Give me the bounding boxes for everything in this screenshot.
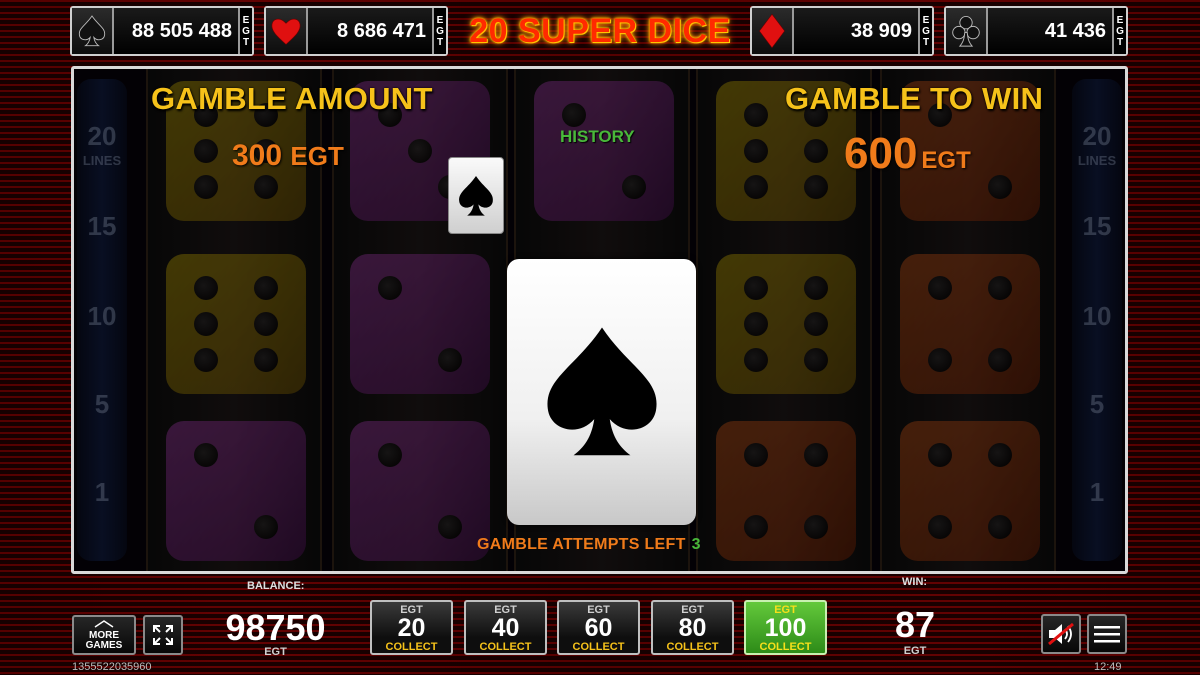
bet-100-button[interactable]: EGT 100 COLLECT [744,600,827,655]
win-label: WIN: [902,576,928,588]
jackpot-club: 41 436 EGT [944,6,1128,56]
history-card-spade [448,157,504,234]
win-unit: EGT [903,645,927,657]
history-label: HISTORY [560,127,635,146]
gamble-amount-label: GAMBLE AMOUNT [151,81,433,116]
jackpot-heart: 8 686 471 EGT [264,6,448,56]
more-games-button[interactable]: MORE GAMES [72,615,136,655]
fullscreen-button[interactable] [143,615,183,655]
expand-icon [153,625,173,645]
bet-60-button[interactable]: EGT 60 COLLECT [557,600,640,655]
mute-icon [1048,622,1074,646]
spade-icon [546,327,657,456]
balance-label: BALANCE: [247,580,305,592]
clock: 12:49 [1094,661,1122,673]
gamble-card[interactable] [507,259,696,525]
diamond-icon [752,8,794,54]
gamble-to-win-label: GAMBLE TO WIN [785,81,1044,116]
jackpot-currency: EGT [432,8,446,54]
jackpot-currency: EGT [1112,8,1126,54]
gamble-to-win-value: 600 EGT [844,129,971,178]
jackpot-amount: 41 436 [1044,19,1106,42]
jackpot-amount: 38 909 [850,19,912,42]
balance-value: 98750 [225,607,326,648]
jackpot-diamond: 38 909 EGT [750,6,934,56]
house-icon [94,619,114,628]
balance-unit: EGT [264,646,287,658]
spade-icon [459,175,493,216]
win-value: 87 [894,604,936,645]
jackpot-amount: 88 505 488 [131,19,232,42]
hamburger-icon [1094,626,1120,643]
game-panel: 20 LINES 15 10 5 1 20 LINES 15 10 5 1 GA… [71,66,1128,574]
club-icon [946,8,988,54]
jackpot-amount: 8 686 471 [337,19,426,42]
jackpot-currency: EGT [238,8,252,54]
heart-icon [266,8,308,54]
bet-80-button[interactable]: EGT 80 COLLECT [651,600,734,655]
jackpot-spade: 88 505 488 EGT [70,6,254,56]
spade-icon [72,8,114,54]
menu-button[interactable] [1087,614,1127,654]
bet-40-button[interactable]: EGT 40 COLLECT [464,600,547,655]
session-id: 1355522035960 [72,661,152,673]
gamble-attempts: GAMBLE ATTEMPTS LEFT 3 [477,536,701,553]
game-title: 20 SUPER DICE [469,11,731,50]
gamble-amount-value: 300 EGT [232,139,344,172]
sound-toggle-button[interactable] [1041,614,1081,654]
bet-20-button[interactable]: EGT 20 COLLECT [370,600,453,655]
jackpot-currency: EGT [918,8,932,54]
